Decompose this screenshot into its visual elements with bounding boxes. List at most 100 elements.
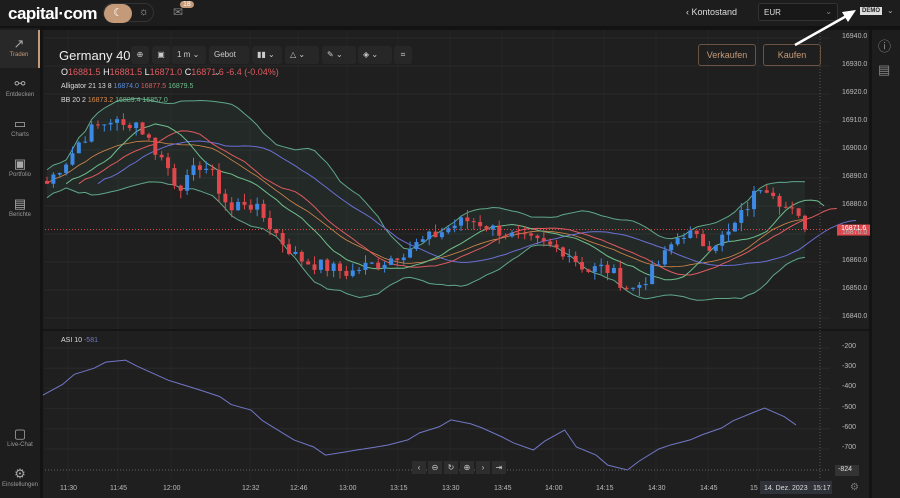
candle-body — [439, 232, 444, 238]
interval-select[interactable]: 1 m ⌄ — [172, 46, 206, 64]
candle-body — [681, 237, 686, 239]
candle-body — [312, 264, 317, 270]
candle-body — [662, 250, 667, 265]
drawing-tools-select[interactable]: △ ⌄ — [285, 46, 319, 64]
candle-body — [560, 247, 565, 257]
price-tick: 16880.0 — [842, 201, 868, 208]
bb-legend[interactable]: BB 20 2 16873.2 16889.4 16857.0 — [61, 97, 168, 104]
price-tick: 16900.0 — [842, 145, 868, 152]
candle-body — [140, 122, 145, 135]
chevron-down-icon: ⌄ — [335, 50, 343, 59]
time-tick: 12:46 — [290, 485, 308, 492]
time-tick: 13:15 — [390, 485, 408, 492]
candle-body — [261, 203, 266, 218]
asi-tick: -300 — [842, 363, 857, 371]
candle-body — [45, 180, 49, 184]
candle-body — [89, 124, 94, 142]
candle-body — [446, 228, 451, 233]
asi-last-value: -824 — [838, 466, 853, 473]
candle-body — [516, 232, 521, 234]
candle-body — [414, 242, 419, 250]
candle-body — [745, 209, 750, 211]
candle-body — [210, 168, 215, 170]
buy-button[interactable]: Kaufen — [763, 44, 821, 66]
asi-legend[interactable]: ASI 10 -581 — [61, 337, 98, 344]
zoom-in-button[interactable]: ⊕ — [460, 461, 474, 474]
candle-body — [720, 234, 725, 246]
candle-body — [325, 259, 330, 271]
candle-body — [146, 134, 151, 138]
candle-body — [637, 284, 642, 288]
candle-body — [580, 262, 585, 270]
candle-body — [656, 264, 661, 266]
add-instrument-button[interactable]: ⊕ — [131, 46, 149, 64]
candle-body — [592, 266, 597, 272]
candles-icon: ▮▮ — [257, 50, 266, 59]
candle-body — [76, 142, 81, 154]
candle-body — [236, 201, 241, 211]
time-tick: 14:30 — [648, 485, 666, 492]
candle-body — [376, 262, 381, 269]
candle-body — [605, 264, 610, 274]
price-tick: 16840.0 — [842, 313, 868, 320]
time-tick: 15 — [750, 485, 758, 492]
candle-body — [459, 217, 464, 226]
candle-body — [363, 262, 368, 270]
candle-body — [567, 255, 572, 257]
candle-body — [287, 244, 292, 255]
candle-body — [420, 239, 425, 243]
layers-select[interactable]: ◈ ⌄ — [358, 46, 392, 64]
candle-body — [382, 264, 387, 269]
price-type-select[interactable]: Gebot ⌄ — [209, 46, 249, 77]
candle-body — [535, 235, 540, 239]
candle-body — [427, 231, 432, 240]
candle-body — [83, 141, 88, 143]
candle-body — [64, 164, 69, 174]
scroll-right-button[interactable]: › — [476, 461, 490, 474]
candle-body — [299, 251, 304, 262]
candle-body — [701, 234, 706, 247]
candle-body — [783, 206, 788, 208]
candle-body — [529, 233, 534, 236]
collapse-button[interactable]: ⌗ — [394, 46, 412, 64]
candle-body — [694, 230, 699, 235]
candle-body — [548, 241, 553, 245]
candle-body — [752, 190, 757, 210]
price-tick: 16860.0 — [842, 257, 868, 264]
candle-body — [280, 233, 285, 245]
scroll-left-button[interactable]: ‹ — [412, 461, 426, 474]
pencil-tools-select[interactable]: ✎ ⌄ — [322, 46, 356, 64]
price-type-value: Gebot — [214, 50, 236, 59]
candle-body — [643, 284, 648, 286]
candle-body — [669, 244, 674, 251]
candle-body — [172, 168, 177, 186]
candle-body — [166, 157, 171, 169]
sell-button[interactable]: Verkaufen — [698, 44, 756, 66]
candle-body — [223, 193, 228, 203]
candle-body — [758, 190, 763, 192]
price-tick: 16890.0 — [842, 173, 868, 180]
candle-body — [478, 222, 483, 227]
candle-body — [191, 165, 196, 175]
candle-body — [796, 208, 801, 216]
candle-body — [102, 124, 107, 126]
cursor-date: 14. Dez. 2023 — [764, 485, 808, 492]
candle-body — [554, 244, 559, 248]
chart-type-select[interactable]: ▮▮ ⌄ — [252, 46, 282, 64]
candle-body — [408, 249, 413, 258]
candle-body — [618, 267, 623, 288]
chevron-down-icon: ⌄ — [268, 50, 275, 59]
time-tick: 12:00 — [163, 485, 181, 492]
candle-body — [178, 185, 183, 191]
candle-body — [51, 174, 56, 184]
candle-body — [713, 245, 718, 251]
candle-body — [452, 225, 457, 229]
candle-body — [115, 119, 120, 123]
alligator-legend[interactable]: Alligator 21 13 8 16874.0 16877.5 16879.… — [61, 83, 193, 90]
scroll-to-end-button[interactable]: ⇥ — [492, 461, 506, 474]
zoom-out-button[interactable]: ⊖ — [428, 461, 442, 474]
reset-button[interactable]: ↻ — [444, 461, 458, 474]
candle-body — [599, 264, 604, 267]
time-tick: 11:45 — [110, 485, 127, 492]
compare-button[interactable]: ▣ — [152, 46, 170, 64]
